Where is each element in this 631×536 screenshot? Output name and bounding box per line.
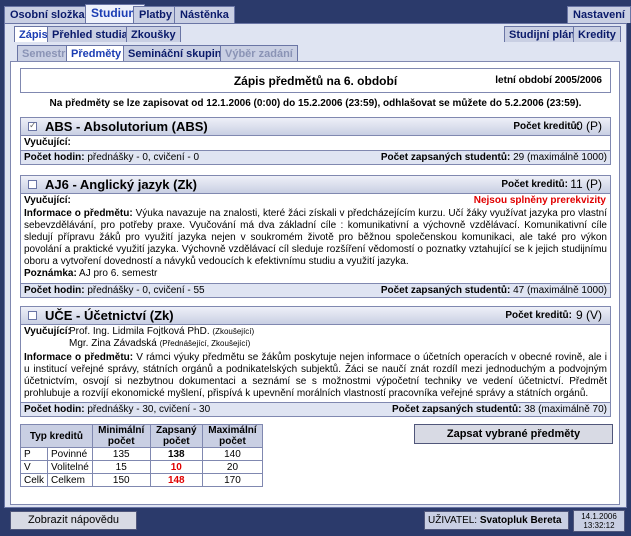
max-value: 140 <box>201 447 264 461</box>
subject-title: UČE - Účetnictví (Zk) <box>45 308 174 323</box>
user-label: UŽIVATEL: <box>428 515 478 526</box>
subject-body: Vyučující: Prof. Ing. Lidmila Fojtková P… <box>20 325 611 403</box>
max-value: 20 <box>201 460 264 474</box>
hours-value: přednášky - 0, cvičení - 55 <box>87 285 205 296</box>
teachers-label: Vyučující: <box>24 137 71 148</box>
teachers-label: Vyučující: <box>24 195 71 206</box>
teacher-2-role: (Přednášející, Zkoušející) <box>159 339 251 348</box>
user-name: Svatopluk Bereta <box>479 515 562 526</box>
subtab-studijni-plan[interactable]: Studijní plán <box>504 26 580 42</box>
help-button[interactable]: Zobrazit nápovědu <box>10 511 137 530</box>
credits-value: 9 (V) <box>575 308 602 322</box>
time-label: 13:32:12 <box>583 521 615 530</box>
header-min: Minimální počet <box>91 424 151 448</box>
credits-value: 11 (P) <box>570 177 602 191</box>
students-value: 47 (maximálně 1000) <box>513 285 607 296</box>
tab-nastaveni[interactable]: Nastavení <box>567 6 631 23</box>
enrollment-note: Na předměty se lze zapisovat od 12.1.200… <box>49 98 582 109</box>
prerequisite-warning: Nejsou splněny prerekvizity <box>473 195 606 206</box>
credits-summary-table: Typ kreditů Minimální počet Zapsaný poče… <box>19 424 264 487</box>
table-row: V Volitelné 15 10 20 <box>19 460 264 474</box>
table-header-row: Typ kreditů Minimální počet Zapsaný poče… <box>20 424 264 448</box>
subject-footer: Počet hodin: přednášky - 0, cvičení - 55… <box>20 283 611 298</box>
teacher-2: Mgr. Zina Závadská <box>69 338 157 349</box>
subject-title: ABS - Absolutorium (ABS) <box>45 119 208 134</box>
period-label: letní období 2005/2006 <box>495 75 602 86</box>
type-name: Celkem <box>47 473 93 487</box>
subject-footer: Počet hodin: přednášky - 30, cvičení - 3… <box>20 402 611 417</box>
teacher-1: Prof. Ing. Lidmila Fojtková PhD. <box>69 326 210 337</box>
inner-tab-seminarni-skupiny[interactable]: Semináční skupiny <box>123 45 233 61</box>
info-label: Informace o předmětu: <box>24 352 134 363</box>
type-name: Povinné <box>47 447 93 461</box>
teacher-name: Mgr. Zina Závadská (Přednášející, Zkouše… <box>69 338 250 349</box>
remark-text: AJ pro 6. semestr <box>79 268 158 279</box>
subject-footer: Počet hodin: přednášky - 0, cvičení - 0 … <box>20 150 611 165</box>
hours-label: Počet hodin: <box>24 152 85 163</box>
teacher-name: Prof. Ing. Lidmila Fojtková PhD. (Zkouše… <box>69 326 254 337</box>
subject-header: ABS - Absolutorium (ABS) Počet kreditů: … <box>20 117 611 136</box>
enrolled-value: 148 <box>149 473 203 487</box>
min-value: 150 <box>91 473 151 487</box>
type-code: V <box>19 460 49 474</box>
min-value: 15 <box>91 460 151 474</box>
table-row: P Povinné 135 138 140 <box>19 447 264 461</box>
enrolled-value: 138 <box>149 447 203 461</box>
date-label: 14.1.2006 <box>581 512 617 521</box>
subtab-zkousky[interactable]: Zkoušky <box>126 26 181 42</box>
subject-body: Vyučující: <box>20 136 611 151</box>
header-max: Maximální počet <box>201 424 264 448</box>
subtab-kredity[interactable]: Kredity <box>573 26 621 42</box>
hours-value: přednášky - 30, cvičení - 30 <box>87 404 211 415</box>
subject-checkbox[interactable] <box>28 311 37 320</box>
remark-label: Poznámka: <box>24 268 77 279</box>
subject-title: AJ6 - Anglický jazyk (Zk) <box>45 177 197 192</box>
credits-value: 0 (P) <box>575 119 602 133</box>
enrolled-value: 10 <box>149 460 203 474</box>
clock: 14.1.2006 13:32:12 <box>573 510 625 532</box>
tab-nastenka[interactable]: Nástěnka <box>174 6 235 23</box>
students-label: Počet zapsaných studentů: <box>380 152 511 163</box>
credits-label: Počet kreditů: <box>513 121 580 132</box>
user-info: UŽIVATEL: Svatopluk Bereta <box>424 511 569 530</box>
subject-info: Informace o předmětu: Výuka navazuje na … <box>24 208 607 268</box>
type-name: Volitelné <box>47 460 93 474</box>
header-credit-type: Typ kreditů <box>20 424 93 448</box>
hours-label: Počet hodin: <box>24 404 85 415</box>
subject-remark: Poznámka: AJ pro 6. semestr <box>24 268 157 279</box>
hours-label: Počet hodin: <box>24 285 85 296</box>
enrollment-header: Zápis předmětů na 6. období letní období… <box>20 68 611 93</box>
students-value: 38 (maximálně 70) <box>524 404 607 415</box>
table-row: Celk Celkem 150 148 170 <box>19 473 264 487</box>
subject-header: AJ6 - Anglický jazyk (Zk) Počet kreditů:… <box>20 175 611 194</box>
tab-osobni-slozka[interactable]: Osobní složka <box>4 6 91 23</box>
inner-tab-semestr[interactable]: Semestr <box>17 45 71 61</box>
subtab-prehled-studia[interactable]: Přehled studia <box>47 26 133 42</box>
tab-platby[interactable]: Platby <box>133 6 179 23</box>
hours-value: přednášky - 0, cvičení - 0 <box>87 152 200 163</box>
header-enrolled: Zapsaný počet <box>149 424 203 448</box>
type-code: Celk <box>19 473 49 487</box>
type-code: P <box>19 447 49 461</box>
teacher-1-role: (Zkoušející) <box>212 327 255 336</box>
students-label: Počet zapsaných studentů: <box>391 404 522 415</box>
info-label: Informace o předmětu: <box>24 208 133 219</box>
students-label: Počet zapsaných studentů: <box>380 285 511 296</box>
students-value: 29 (maximálně 1000) <box>513 152 607 163</box>
credits-label: Počet kreditů: <box>505 310 572 321</box>
inner-tab-predmety[interactable]: Předměty <box>66 45 127 61</box>
submit-enrollment-button[interactable]: Zapsat vybrané předměty <box>414 424 613 444</box>
subject-checkbox[interactable] <box>28 120 37 131</box>
subject-checkbox[interactable] <box>28 180 37 189</box>
max-value: 170 <box>201 473 264 487</box>
min-value: 135 <box>91 447 151 461</box>
subject-header: UČE - Účetnictví (Zk) Počet kreditů: 9 (… <box>20 306 611 325</box>
credits-label: Počet kreditů: <box>501 179 568 190</box>
subject-info: Informace o předmětu: V rámci výuky před… <box>24 352 607 400</box>
inner-tab-vyber-zadani[interactable]: Výběr zadání <box>220 45 298 61</box>
teachers-label: Vyučující: <box>24 326 71 337</box>
subject-body: Vyučující: Nejsou splněny prerekvizity I… <box>20 194 611 284</box>
